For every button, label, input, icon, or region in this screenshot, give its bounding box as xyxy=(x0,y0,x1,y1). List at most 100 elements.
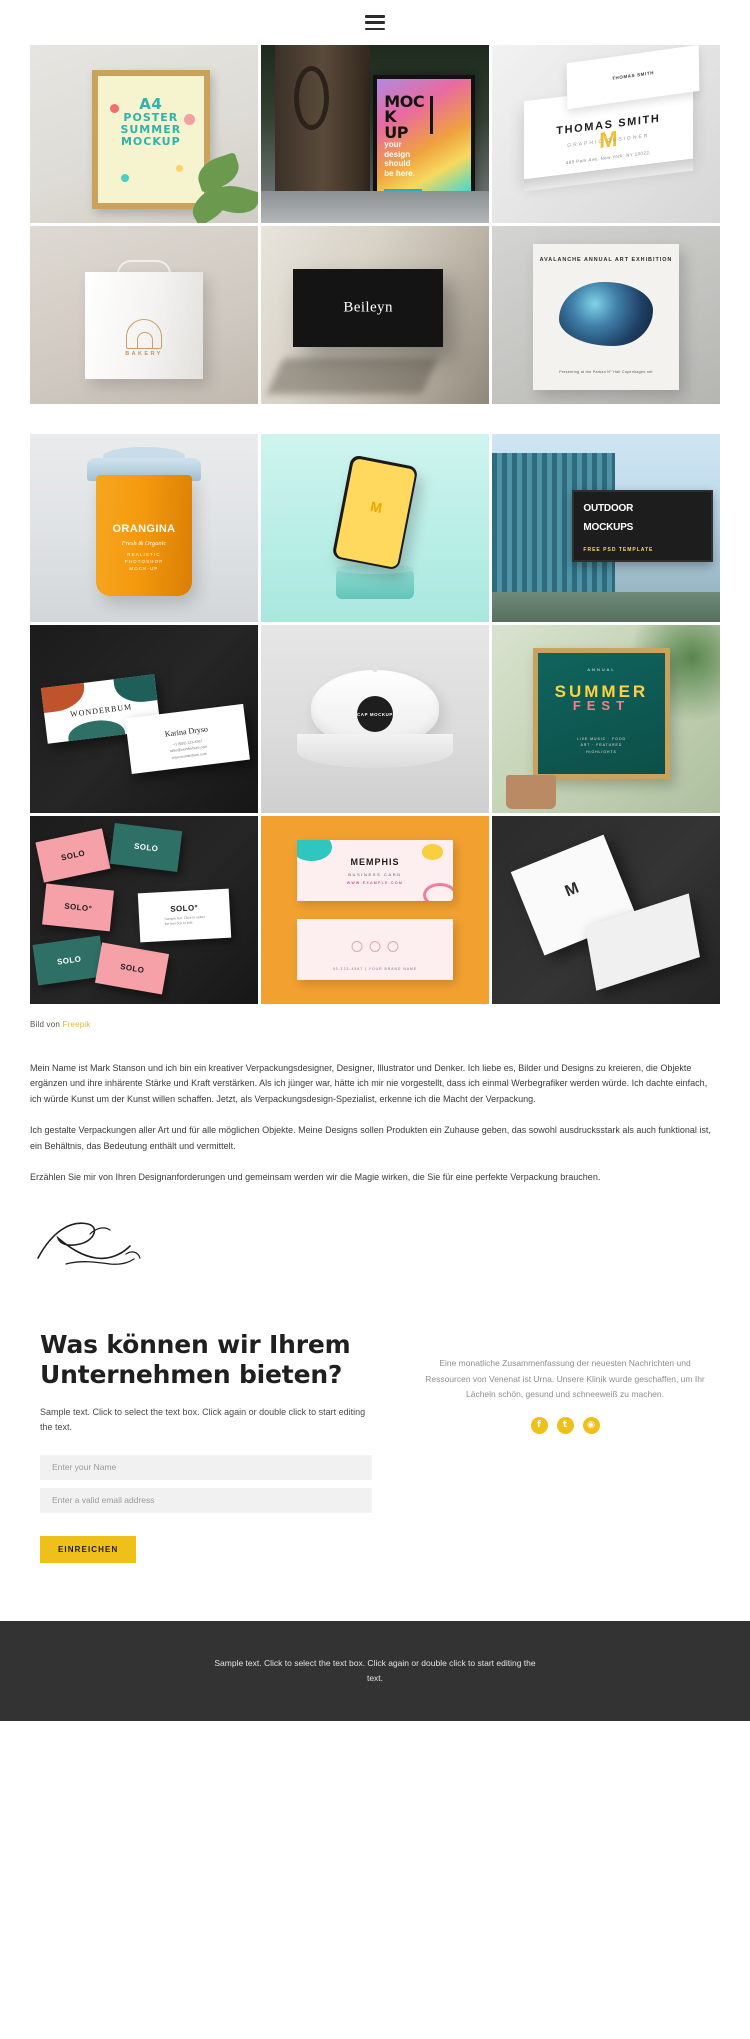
cup-body: ORANGINA Fresh & Organic REALISTIC PHOTO… xyxy=(96,475,192,596)
contact-form: EINREICHEN xyxy=(40,1454,372,1563)
solo-card-white-sub: Sample text. Click to select the text bo… xyxy=(164,914,206,927)
gallery-item-billboard-mockup[interactable]: MOC K UP your design should be here. xyxy=(261,45,489,223)
poster-line4: MOCKUP xyxy=(120,135,181,149)
signature xyxy=(0,1202,750,1274)
cup-script: Fresh & Organic xyxy=(121,540,167,548)
gallery-item-cap-mockup[interactable]: CAP MOCKUP xyxy=(261,625,489,813)
about-paragraph-3: Erzählen Sie mir von Ihren Designanforde… xyxy=(30,1172,601,1183)
gallery-item-coffee-cup-mockup[interactable]: ORANGINA Fresh & Organic REALISTIC PHOTO… xyxy=(30,434,258,622)
phone-screen xyxy=(334,457,416,569)
pot-decor xyxy=(505,775,556,810)
card-shape xyxy=(65,718,126,745)
gallery-item-black-box-mockup[interactable]: Beileyn xyxy=(261,226,489,404)
facebook-icon[interactable]: f xyxy=(530,1416,548,1434)
menu-bar-2 xyxy=(365,21,385,24)
gallery-item-memphis-business-card[interactable]: MEMPHIS BUSINESS CARD WWW.EXAMPLE.COM 00… xyxy=(261,816,489,1004)
card-top-label: THOMAS SMITH xyxy=(612,69,655,81)
memphis-title: MEMPHIS xyxy=(350,857,400,868)
gallery-gap xyxy=(0,404,750,434)
memphis-icons xyxy=(351,941,399,953)
gallery-item-postcard-mockup[interactable]: M xyxy=(492,816,720,1004)
gallery-row-3: ORANGINA Fresh & Organic REALISTIC PHOTO… xyxy=(30,434,720,622)
bag-logo-icon xyxy=(125,319,162,350)
billboard-title: MOC K UP xyxy=(384,94,434,140)
menu-bar-1 xyxy=(365,15,385,18)
solo-card-white: SOLO° Sample text. Click to select the t… xyxy=(138,888,232,943)
gallery-item-wonderbum-business-cards[interactable]: WONDERBUM Karina Dryso +1 (555) 123-4567… xyxy=(30,625,258,813)
black-box: Beileyn xyxy=(292,268,444,348)
plant-decor xyxy=(185,141,258,223)
phone-podium xyxy=(336,564,414,600)
email-input[interactable] xyxy=(40,1487,372,1513)
cta-lead-text: Sample text. Click to select the text bo… xyxy=(40,1406,366,1432)
summer-sub: LIVE MUSIC · FOOD ART · FEATURED HIGHLIG… xyxy=(576,737,626,754)
cap-badge: CAP MOCKUP xyxy=(357,696,393,733)
summer-kicker: ANNUAL xyxy=(587,667,616,673)
ground-decor xyxy=(492,591,720,622)
about-paragraph-1: Mein Name ist Mark Stanson und ich bin e… xyxy=(30,1063,708,1104)
cup-brand: ORANGINA xyxy=(112,523,176,536)
newsletter-description: Eine monatliche Zusammenfassung der neue… xyxy=(425,1357,705,1400)
solo-card: SOLO xyxy=(109,823,183,873)
memphis-card-back: 00-123-4567 | YOUR BRAND NAME xyxy=(297,919,453,980)
instagram-icon[interactable]: ◉ xyxy=(582,1416,600,1434)
social-links: f t ◉ xyxy=(420,1416,710,1434)
box-shadow-decor xyxy=(266,357,438,394)
memphis-sub: BUSINESS CARD xyxy=(348,871,402,877)
decor-dot xyxy=(175,165,183,173)
hamburger-menu-icon[interactable] xyxy=(365,15,385,30)
memphis-icon-circle xyxy=(369,941,381,953)
signature-image xyxy=(37,1222,141,1265)
solo-card-white-label: SOLO° xyxy=(170,903,199,914)
outdoor-board: OUTDOOR MOCKUPS FREE PSD TEMPLATE xyxy=(571,490,714,562)
cup-small-text: REALISTIC PHOTOSHOP MOCK-UP xyxy=(124,552,164,571)
solo-card: SOLO xyxy=(32,935,106,986)
gallery-item-art-exhibition-poster-mockup[interactable]: AVALANCHE ANNUAL ART EXHIBITION Presenti… xyxy=(492,226,720,404)
menu-bar-3 xyxy=(365,27,385,30)
about-copy: Mein Name ist Mark Stanson und ich bin e… xyxy=(0,1029,750,1186)
name-input[interactable] xyxy=(40,1454,372,1480)
gallery-block-two: ORANGINA Fresh & Organic REALISTIC PHOTO… xyxy=(0,434,750,1004)
gallery-block-one: A4 POSTER SUMMER MOCKUP MOC K UP your de… xyxy=(0,45,750,404)
poster-artwork: A4 POSTER SUMMER MOCKUP xyxy=(97,75,205,203)
billboard-title-bar xyxy=(430,96,434,135)
billboard-screen: MOC K UP your design should be here. xyxy=(372,75,476,207)
summer-poster-frame: ANNUAL SUMMER FEST LIVE MUSIC · FOOD ART… xyxy=(533,647,670,780)
art-poster-title: AVALANCHE ANNUAL ART EXHIBITION xyxy=(539,256,673,263)
outdoor-title-1: OUTDOOR xyxy=(583,502,634,514)
summer-title: SUMMER FEST xyxy=(538,683,665,714)
credit-link-freepik[interactable]: Freepik xyxy=(63,1020,91,1029)
summer-poster-artwork: ANNUAL SUMMER FEST LIVE MUSIC · FOOD ART… xyxy=(538,652,665,775)
cap-button xyxy=(372,666,378,673)
cta-left-column: Was können wir Ihrem Unternehmen bieten?… xyxy=(40,1330,372,1563)
gallery-row-4: WONDERBUM Karina Dryso +1 (555) 123-4567… xyxy=(30,625,720,813)
memphis-card-front: MEMPHIS BUSINESS CARD WWW.EXAMPLE.COM xyxy=(297,840,453,901)
footer-text: Sample text. Click to select the text bo… xyxy=(214,1657,536,1683)
summer-title-accent: FEST xyxy=(572,698,631,714)
gallery-item-summer-poster-mockup[interactable]: ANNUAL SUMMER FEST LIVE MUSIC · FOOD ART… xyxy=(492,625,720,813)
gallery-item-outdoor-billboard-mockup[interactable]: OUTDOOR MOCKUPS FREE PSD TEMPLATE xyxy=(492,434,720,622)
gallery-item-business-card-stack-mockup[interactable]: THOMAS SMITH M GRAPHIC DESIGNER 485 Park… xyxy=(492,45,720,223)
solo-card: SOLO xyxy=(95,941,170,995)
gallery-row-2: BAKERY Beileyn AVALANCHE ANNUAL ART EXHI… xyxy=(30,226,720,404)
gallery-item-a4-poster-summer-mockup[interactable]: A4 POSTER SUMMER MOCKUP xyxy=(30,45,258,223)
submit-button[interactable]: EINREICHEN xyxy=(40,1535,137,1563)
cta-right-column: Eine monatliche Zusammenfassung der neue… xyxy=(420,1330,710,1434)
twitter-icon[interactable]: t xyxy=(556,1416,574,1434)
postcard-monogram: M xyxy=(562,879,582,900)
outdoor-title-2: MOCKUPS xyxy=(583,522,634,534)
decor-dot xyxy=(120,174,129,183)
cta-section: Was können wir Ihrem Unternehmen bieten?… xyxy=(0,1274,750,1563)
solo-card: SOLO xyxy=(35,828,112,883)
image-credit: Bild von Freepik xyxy=(0,1004,750,1029)
gallery-row-1: A4 POSTER SUMMER MOCKUP MOC K UP your de… xyxy=(30,45,720,223)
gallery-item-solo-brand-cards[interactable]: SOLO SOLO SOLO° SOLO SOLO SOLO° Sample t… xyxy=(30,816,258,1004)
credit-prefix: Bild von xyxy=(30,1020,61,1029)
gallery-item-phone-mockup[interactable] xyxy=(261,434,489,622)
gallery-item-paper-bag-mockup[interactable]: BAKERY xyxy=(30,226,258,404)
bag-body: BAKERY xyxy=(84,272,204,380)
road-decor xyxy=(261,190,489,223)
cap-brim xyxy=(297,734,453,768)
poster-sheet: AVALANCHE ANNUAL ART EXHIBITION Presenti… xyxy=(533,243,679,390)
bag-logo-word: BAKERY xyxy=(125,351,163,358)
